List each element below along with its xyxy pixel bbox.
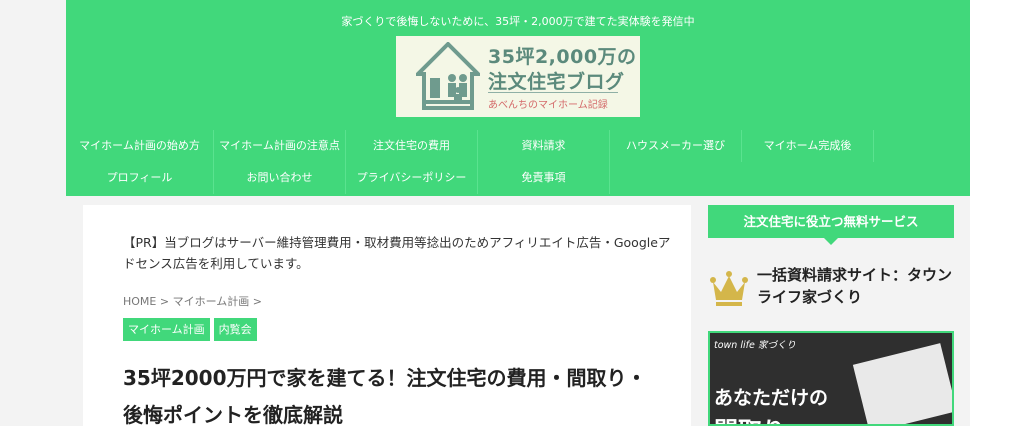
nav-item-privacy-policy[interactable]: プライバシーポリシー: [346, 162, 478, 194]
category-tags: マイホーム計画 内覧会: [123, 318, 257, 341]
nav-item-brochures[interactable]: 資料請求: [478, 130, 610, 162]
nav-row-2: プロフィール お問い合わせ プライバシーポリシー 免責事項: [66, 162, 970, 194]
main-nav: マイホーム計画の始め方 マイホーム計画の注意点 注文住宅の費用 資料請求 ハウス…: [66, 130, 970, 194]
house-icon: [416, 42, 480, 110]
pr-notice: 【PR】当ブログはサーバー維持管理費用・取材費用等捻出のためアフィリエイト広告・…: [123, 235, 671, 271]
nav-item-cautions[interactable]: マイホーム計画の注意点: [214, 130, 346, 162]
logo-divider: [488, 92, 618, 93]
nav-item-contact[interactable]: お問い合わせ: [214, 162, 346, 194]
sidebar-item-title[interactable]: 一括資料請求サイト：タウンライフ家づくり: [757, 264, 957, 308]
crown-icon: [710, 271, 748, 306]
tag-my-home-plan[interactable]: マイホーム計画: [123, 318, 210, 341]
banner-brand: town life 家づくり: [714, 340, 796, 351]
nav-item-getting-started[interactable]: マイホーム計画の始め方: [66, 130, 214, 162]
site-tagline: 家づくりで後悔しないために、35坪・2,000万で建てた実体験を発信中: [341, 15, 695, 28]
article-card: 【PR】当ブログはサーバー維持管理費用・取材費用等捻出のためアフィリエイト広告・…: [83, 205, 691, 426]
nav-item-disclaimer[interactable]: 免責事項: [478, 162, 610, 194]
banner-headline-large: 間取り: [714, 411, 786, 424]
nav-item-costs[interactable]: 注文住宅の費用: [346, 130, 478, 162]
floor-plan-image: [852, 343, 952, 424]
logo-subtitle: あべんちのマイホーム記録: [488, 100, 608, 111]
nav-item-profile[interactable]: プロフィール: [66, 162, 214, 194]
sidebar-heading: 注文住宅に役立つ無料サービス: [708, 205, 954, 238]
breadcrumb[interactable]: HOME > マイホーム計画 >: [123, 293, 262, 309]
site-logo[interactable]: 35坪2,000万の 注文住宅ブログ あべんちのマイホーム記録: [396, 36, 640, 117]
banner-headline: あなただけの: [714, 387, 829, 409]
nav-row-1: マイホーム計画の始め方 マイホーム計画の注意点 注文住宅の費用 資料請求 ハウス…: [66, 130, 970, 162]
tag-open-house[interactable]: 内覧会: [213, 318, 257, 341]
page-edge: [970, 0, 1024, 426]
logo-title-line1: 35坪2,000万の: [488, 46, 637, 68]
nav-item-after-completion[interactable]: マイホーム完成後: [742, 130, 874, 162]
logo-title-line2: 注文住宅ブログ: [488, 71, 625, 93]
article-title: 35坪2000万円で家を建てる！注文住宅の費用・間取り・後悔ポイントを徹底解説: [123, 366, 647, 426]
sidebar-heading-arrow: [824, 238, 838, 245]
nav-item-house-makers[interactable]: ハウスメーカー選び: [610, 130, 742, 162]
townlife-banner[interactable]: town life 家づくり あなただけの 間取り: [708, 331, 954, 426]
